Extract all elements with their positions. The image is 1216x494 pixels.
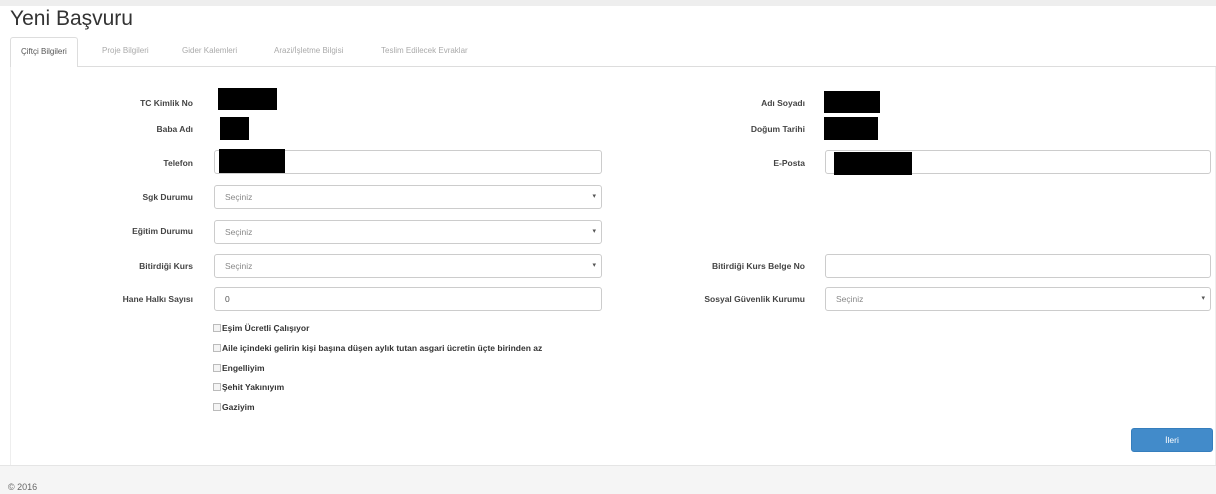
copyright-text: © 2016 xyxy=(8,482,38,492)
tab-teslim-evraklar[interactable]: Teslim Edilecek Evraklar xyxy=(371,37,478,67)
checkbox-icon[interactable] xyxy=(213,364,221,372)
e-posta-label: E-Posta xyxy=(773,158,805,168)
checkbox-icon[interactable] xyxy=(213,344,221,352)
dogum-tarihi-value-redacted xyxy=(824,117,878,140)
telefon-value-redacted xyxy=(219,149,285,173)
tc-kimlik-value-redacted xyxy=(218,88,277,110)
checkbox-icon[interactable] xyxy=(213,403,221,411)
hane-halki-input[interactable]: 0 xyxy=(214,287,602,311)
chevron-down-icon: ▾ xyxy=(592,228,596,235)
dogum-tarihi-label: Doğum Tarihi xyxy=(750,124,805,134)
sosyal-guvenlik-value: Seçiniz xyxy=(836,294,864,304)
checkbox-label: Gaziyim xyxy=(222,402,255,412)
footer-bar xyxy=(0,465,1216,494)
hane-halki-value: 0 xyxy=(225,294,230,304)
baba-adi-value-redacted xyxy=(220,117,249,140)
checkbox-engelliyim[interactable]: Engelliyim xyxy=(213,362,265,374)
telefon-label: Telefon xyxy=(163,158,193,168)
checkbox-aile-geliri[interactable]: Aile içindeki gelirin kişi başına düşen … xyxy=(213,342,542,354)
tab-arazi-isletme[interactable]: Arazi/İşletme Bilgisi xyxy=(264,37,353,67)
bitirdigi-kurs-select[interactable]: Seçiniz ▾ xyxy=(214,254,602,278)
e-posta-value-redacted xyxy=(834,152,912,175)
page-title: Yeni Başvuru xyxy=(10,7,133,30)
kurs-belge-no-label: Bitirdiği Kurs Belge No xyxy=(711,261,805,271)
chevron-down-icon: ▾ xyxy=(592,193,596,200)
checkbox-gaziyim[interactable]: Gaziyim xyxy=(213,401,255,413)
egitim-durumu-select[interactable]: Seçiniz ▾ xyxy=(214,220,602,244)
hane-halki-label: Hane Halkı Sayısı xyxy=(122,294,193,304)
baba-adi-label: Baba Adı xyxy=(156,124,193,134)
checkbox-icon[interactable] xyxy=(213,324,221,332)
egitim-durumu-label: Eğitim Durumu xyxy=(132,226,193,236)
checkbox-icon[interactable] xyxy=(213,383,221,391)
ad-soyad-value-redacted xyxy=(824,91,880,113)
next-button[interactable]: İleri xyxy=(1131,428,1213,452)
checkbox-label: Engelliyim xyxy=(222,363,265,373)
tab-proje-bilgileri[interactable]: Proje Bilgileri xyxy=(92,37,159,67)
ad-soyad-label: Adı Soyadı xyxy=(761,98,805,108)
checkbox-sehit-yakini[interactable]: Şehit Yakınıyım xyxy=(213,381,284,393)
checkbox-esim-ucretli[interactable]: Eşim Ücretli Çalışıyor xyxy=(213,322,309,334)
checkbox-label: Şehit Yakınıyım xyxy=(222,382,285,392)
e-posta-input[interactable] xyxy=(825,150,1211,175)
chevron-down-icon: ▾ xyxy=(592,262,596,269)
sosyal-guvenlik-select[interactable]: Seçiniz ▾ xyxy=(825,287,1211,311)
egitim-durumu-value: Seçiniz xyxy=(225,227,253,237)
top-bar xyxy=(0,0,1216,6)
checkbox-label: Eşim Ücretli Çalışıyor xyxy=(222,323,310,333)
tab-bar: Çiftçi Bilgileri Proje Bilgileri Gider K… xyxy=(10,37,1216,68)
telefon-input[interactable] xyxy=(214,149,602,174)
sgk-durumu-value: Seçiniz xyxy=(225,192,253,202)
kurs-belge-no-input[interactable] xyxy=(825,254,1211,278)
sgk-durumu-label: Sgk Durumu xyxy=(142,192,193,202)
chevron-down-icon: ▾ xyxy=(1201,295,1205,302)
bitirdigi-kurs-value: Seçiniz xyxy=(225,261,253,271)
tc-kimlik-label: TC Kimlik No xyxy=(140,98,193,108)
bitirdigi-kurs-label: Bitirdiği Kurs xyxy=(139,261,193,271)
checkbox-label: Aile içindeki gelirin kişi başına düşen … xyxy=(222,343,543,353)
sgk-durumu-select[interactable]: Seçiniz ▾ xyxy=(214,185,602,209)
sosyal-guvenlik-label: Sosyal Güvenlik Kurumu xyxy=(704,294,805,304)
tab-ciftci-bilgileri[interactable]: Çiftçi Bilgileri xyxy=(10,37,78,68)
tab-gider-kalemleri[interactable]: Gider Kalemleri xyxy=(172,37,247,67)
